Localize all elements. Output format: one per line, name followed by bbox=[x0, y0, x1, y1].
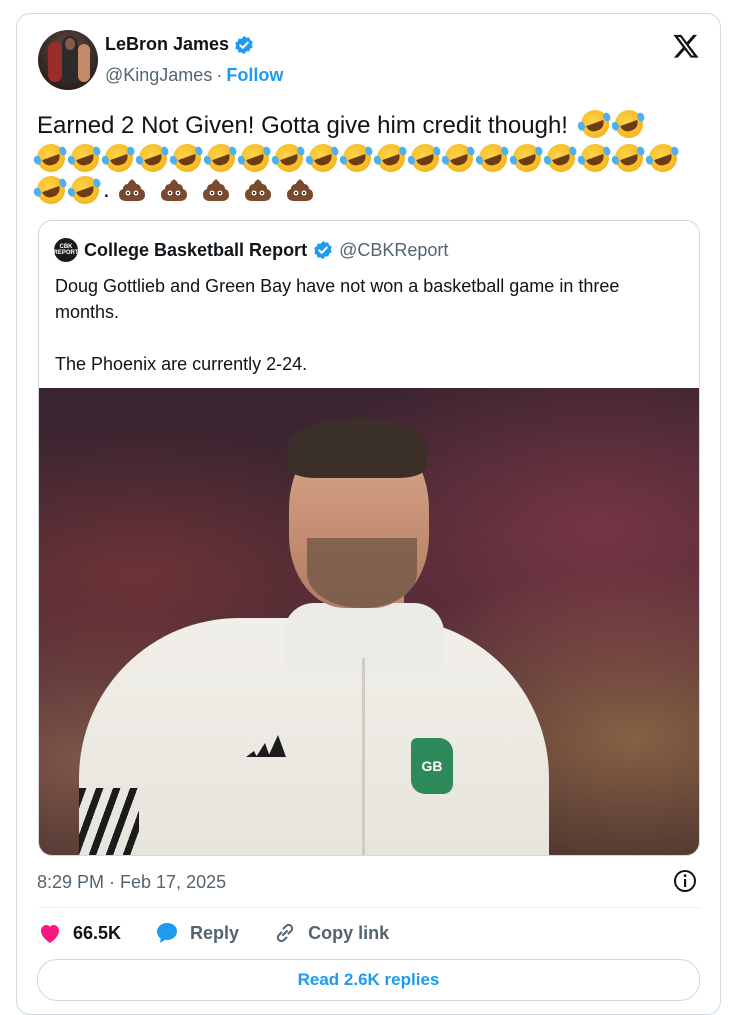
author-handle[interactable]: @KingJames bbox=[105, 65, 212, 86]
tweet-card: LeBron James @KingJames · Follow Earned … bbox=[16, 13, 721, 1015]
photo-hair bbox=[287, 418, 427, 478]
laughing-emoji-icon bbox=[543, 140, 579, 176]
handle-separator: · bbox=[216, 65, 223, 85]
photo-zipper bbox=[362, 658, 365, 855]
poo-emoji-icon bbox=[202, 179, 229, 201]
quoted-author-name[interactable]: College Basketball Report bbox=[84, 240, 307, 261]
poo-emoji-icon bbox=[286, 179, 313, 201]
quoted-avatar-text: CBK REPORT bbox=[53, 244, 79, 256]
laughing-emoji-icon bbox=[33, 140, 69, 176]
x-logo-icon[interactable] bbox=[672, 32, 700, 60]
quoted-avatar[interactable]: CBK REPORT bbox=[53, 238, 79, 262]
read-replies-button[interactable]: Read 2.6K replies bbox=[37, 959, 700, 1001]
tweet-timestamp[interactable]: 8:29 PM · Feb 17, 2025 bbox=[37, 872, 226, 893]
adidas-logo-icon bbox=[246, 735, 286, 757]
reply-label: Reply bbox=[190, 922, 240, 943]
laughing-emoji-icon bbox=[441, 140, 477, 176]
laughing-emoji-icon bbox=[610, 106, 647, 142]
laughing-emoji-icon bbox=[101, 140, 137, 176]
laughing-emoji-icon bbox=[576, 106, 613, 142]
like-count: 66.5K bbox=[73, 922, 122, 943]
gb-logo: GB bbox=[411, 738, 453, 794]
laughing-emoji-icon bbox=[645, 140, 681, 176]
action-bar: 66.5K Reply Copy link bbox=[37, 920, 422, 946]
heart-icon bbox=[41, 925, 59, 943]
laughing-emoji-icon bbox=[271, 140, 307, 176]
author-handle-row: @KingJames · Follow bbox=[105, 65, 283, 86]
poo-emoji-icon bbox=[160, 179, 187, 201]
tweet-text-block: Earned 2 Not Given! Gotta give him credi… bbox=[37, 106, 702, 142]
quoted-header: CBK REPORT College Basketball Report @CB… bbox=[54, 238, 448, 262]
laughing-emoji-icon bbox=[305, 140, 341, 176]
quoted-text: Doug Gottlieb and Green Bay have not won… bbox=[55, 273, 680, 377]
tweet-text: Earned 2 Not Given! Gotta give him credi… bbox=[37, 112, 568, 139]
photo-beard bbox=[307, 538, 417, 608]
divider bbox=[37, 907, 700, 908]
author-avatar[interactable] bbox=[38, 30, 98, 90]
verified-badge-icon bbox=[314, 240, 332, 260]
laughing-emoji-icon bbox=[169, 140, 205, 176]
author-name-row: LeBron James bbox=[105, 34, 254, 55]
laughing-emoji-icon bbox=[373, 140, 409, 176]
like-button[interactable]: 66.5K bbox=[37, 920, 121, 946]
laughing-emoji-icon bbox=[237, 140, 273, 176]
laughing-emoji-icon bbox=[203, 140, 239, 176]
laughing-emoji-icon bbox=[509, 140, 545, 176]
reply-button[interactable]: Reply bbox=[154, 920, 239, 946]
poo-emoji-icon bbox=[118, 179, 145, 201]
quoted-author-handle[interactable]: @CBKReport bbox=[339, 240, 448, 261]
info-icon[interactable] bbox=[672, 868, 698, 894]
author-name[interactable]: LeBron James bbox=[105, 34, 229, 55]
laughing-emoji-icon bbox=[611, 140, 647, 176]
laughing-emoji-icon bbox=[67, 172, 103, 208]
copy-link-label: Copy link bbox=[308, 922, 390, 943]
laughing-emoji-icon bbox=[475, 140, 511, 176]
quoted-tweet[interactable]: CBK REPORT College Basketball Report @CB… bbox=[38, 220, 700, 856]
laughing-emoji-icon bbox=[577, 140, 613, 176]
photo-sleeve-stripes bbox=[79, 788, 139, 855]
tweet-dot: . bbox=[103, 176, 110, 203]
quoted-paragraph-1: Doug Gottlieb and Green Bay have not won… bbox=[55, 276, 620, 322]
laughing-emoji-icon bbox=[407, 140, 443, 176]
poo-emoji-icon bbox=[244, 179, 271, 201]
quoted-photo[interactable]: GB bbox=[39, 388, 699, 855]
follow-button[interactable]: Follow bbox=[226, 65, 283, 86]
laughing-emoji-icon bbox=[339, 140, 375, 176]
laughing-emoji-icon bbox=[67, 140, 103, 176]
laughing-emoji-icon bbox=[135, 140, 171, 176]
verified-badge-icon bbox=[235, 35, 253, 54]
quoted-paragraph-2: The Phoenix are currently 2-24. bbox=[55, 354, 308, 374]
reply-bubble-icon bbox=[157, 923, 178, 943]
copy-link-button[interactable]: Copy link bbox=[272, 920, 389, 946]
laughing-emoji-icon bbox=[33, 172, 69, 208]
emoji-row-laughing bbox=[33, 140, 707, 176]
link-icon bbox=[276, 923, 294, 943]
emoji-row-poo: . bbox=[33, 172, 707, 208]
